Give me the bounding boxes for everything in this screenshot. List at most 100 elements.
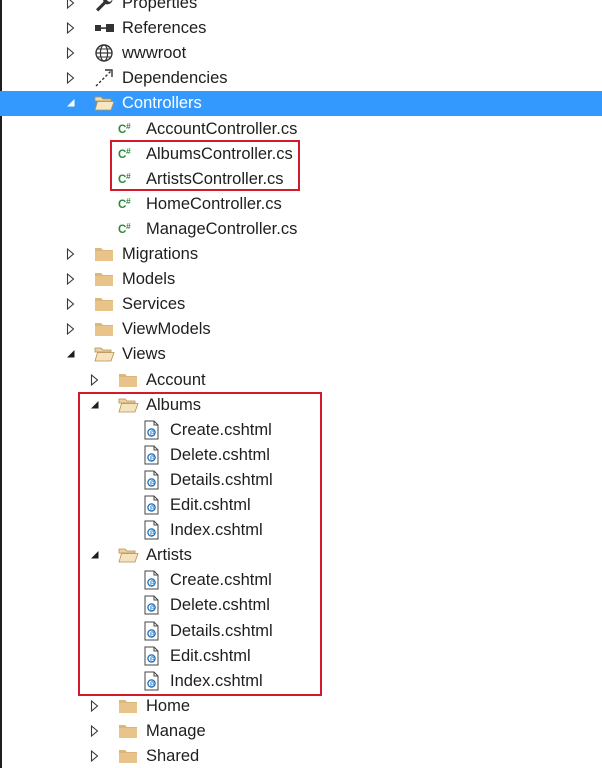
tree-item[interactable]: ViewModels <box>0 317 602 342</box>
tree-item-label: Services <box>122 295 186 314</box>
wrench-icon <box>93 0 115 13</box>
tree-item-label: Edit.cshtml <box>170 646 251 665</box>
cshtml-file-icon: @ <box>141 495 163 515</box>
tree-item[interactable]: Views <box>0 342 602 367</box>
tree-item[interactable]: Albums <box>0 393 602 418</box>
collapse-arrow-icon[interactable] <box>88 393 102 418</box>
tree-item[interactable]: Artists <box>0 543 602 568</box>
cshtml-file-icon: @ <box>141 595 163 615</box>
folder-open-icon <box>117 395 139 415</box>
solution-explorer-tree: Properties References wwwroot Dependencies C… <box>0 0 602 768</box>
tree-item[interactable]: Dependencies <box>0 66 602 91</box>
svg-text:#: # <box>126 146 131 156</box>
svg-text:@: @ <box>150 430 156 436</box>
svg-text:@: @ <box>150 506 156 512</box>
cshtml-file-icon: @ <box>141 470 163 490</box>
tree-item[interactable]: C # AccountController.cs <box>0 117 602 142</box>
tree-item-label: Albums <box>146 395 202 414</box>
tree-item-label: Migrations <box>122 245 199 263</box>
tree-item[interactable]: Services <box>0 292 602 317</box>
svg-text:@: @ <box>150 631 156 637</box>
collapse-arrow-icon[interactable] <box>64 342 78 367</box>
cshtml-file-icon: @ <box>141 520 163 540</box>
tree-item[interactable]: Controllers <box>0 91 602 117</box>
tree-item[interactable]: wwwroot <box>0 41 602 66</box>
expand-arrow-icon[interactable] <box>64 267 78 292</box>
tree-item-label: Artists <box>146 546 192 565</box>
tree-item[interactable]: @ Index.cshtml <box>0 669 602 694</box>
folder-icon <box>93 269 115 289</box>
tree-item-label: Delete.cshtml <box>170 596 270 615</box>
references-icon <box>93 18 115 38</box>
dependencies-icon <box>93 68 115 88</box>
tree-item-label: Details.cshtml <box>170 621 273 640</box>
tree-item[interactable]: C # ManageController.cs <box>0 217 602 242</box>
tree-item-label: Delete.cshtml <box>170 445 270 464</box>
tree-item-label: Manage <box>146 721 206 740</box>
tree-item[interactable]: Manage <box>0 719 602 744</box>
tree-item-label: Dependencies <box>122 69 228 88</box>
tree-item[interactable]: Models <box>0 267 602 292</box>
expand-arrow-icon[interactable] <box>88 694 102 719</box>
expand-arrow-icon[interactable] <box>64 292 78 317</box>
svg-text:#: # <box>126 121 131 131</box>
tree-item-label: Index.cshtml <box>170 521 263 540</box>
tree-item[interactable]: Shared <box>0 744 602 768</box>
folder-icon <box>93 319 115 339</box>
tree-item-label: Shared <box>146 747 200 765</box>
expand-arrow-icon[interactable] <box>64 0 78 16</box>
svg-text:#: # <box>126 171 131 181</box>
tree-item[interactable]: Properties <box>0 0 602 16</box>
svg-text:@: @ <box>150 606 156 612</box>
collapse-arrow-icon[interactable] <box>88 543 102 568</box>
svg-text:@: @ <box>150 581 156 587</box>
tree-item[interactable]: Migrations <box>0 242 602 267</box>
folder-open-icon <box>93 93 115 113</box>
expand-arrow-icon[interactable] <box>64 16 78 41</box>
svg-text:@: @ <box>150 531 156 537</box>
tree-item[interactable]: @ Edit.cshtml <box>0 644 602 669</box>
tree-item[interactable]: Account <box>0 368 602 393</box>
tree-item[interactable]: @ Delete.cshtml <box>0 443 602 468</box>
tree-item[interactable]: C # HomeController.cs <box>0 192 602 217</box>
cshtml-file-icon: @ <box>141 420 163 440</box>
tree-item-label: Views <box>122 345 166 364</box>
tree-item-label: Properties <box>122 0 198 12</box>
tree-item-label: wwwroot <box>122 44 187 63</box>
tree-item[interactable]: @ Details.cshtml <box>0 468 602 493</box>
tree-item-label: ArtistsController.cs <box>146 169 284 188</box>
folder-open-icon <box>93 344 115 364</box>
collapse-arrow-icon[interactable] <box>64 91 78 116</box>
tree-item[interactable]: @ Create.cshtml <box>0 418 602 443</box>
svg-text:@: @ <box>150 681 156 687</box>
cshtml-file-icon: @ <box>141 621 163 641</box>
expand-arrow-icon[interactable] <box>88 368 102 393</box>
tree-item-label: Index.cshtml <box>170 671 263 690</box>
expand-arrow-icon[interactable] <box>88 744 102 768</box>
expand-arrow-icon[interactable] <box>64 242 78 267</box>
tree-item-label: References <box>122 19 207 38</box>
svg-text:#: # <box>126 196 131 206</box>
expand-arrow-icon[interactable] <box>64 317 78 342</box>
tree-item[interactable]: @ Delete.cshtml <box>0 593 602 618</box>
csharp-file-icon: C # <box>117 194 139 214</box>
expand-arrow-icon[interactable] <box>64 66 78 91</box>
tree-item[interactable]: @ Details.cshtml <box>0 619 602 644</box>
tree-item[interactable]: @ Create.cshtml <box>0 568 602 593</box>
tree-item-label: ManageController.cs <box>146 219 298 238</box>
tree-item[interactable]: Home <box>0 694 602 719</box>
folder-icon <box>117 370 139 390</box>
tree-item[interactable]: References <box>0 16 602 41</box>
expand-arrow-icon[interactable] <box>88 719 102 744</box>
tree-item-label: Account <box>146 370 206 389</box>
tree-item-label: Edit.cshtml <box>170 496 251 514</box>
tree-item[interactable]: C # AlbumsController.cs <box>0 142 602 167</box>
tree-item-label: Models <box>122 270 176 289</box>
tree-item[interactable]: @ Index.cshtml <box>0 518 602 543</box>
expand-arrow-icon[interactable] <box>64 41 78 66</box>
tree-item[interactable]: @ Edit.cshtml <box>0 493 602 518</box>
tree-item-label: Create.cshtml <box>170 420 272 439</box>
tree-item[interactable]: C # ArtistsController.cs <box>0 167 602 192</box>
tree-item-label: AccountController.cs <box>146 119 298 138</box>
folder-icon <box>117 746 139 766</box>
